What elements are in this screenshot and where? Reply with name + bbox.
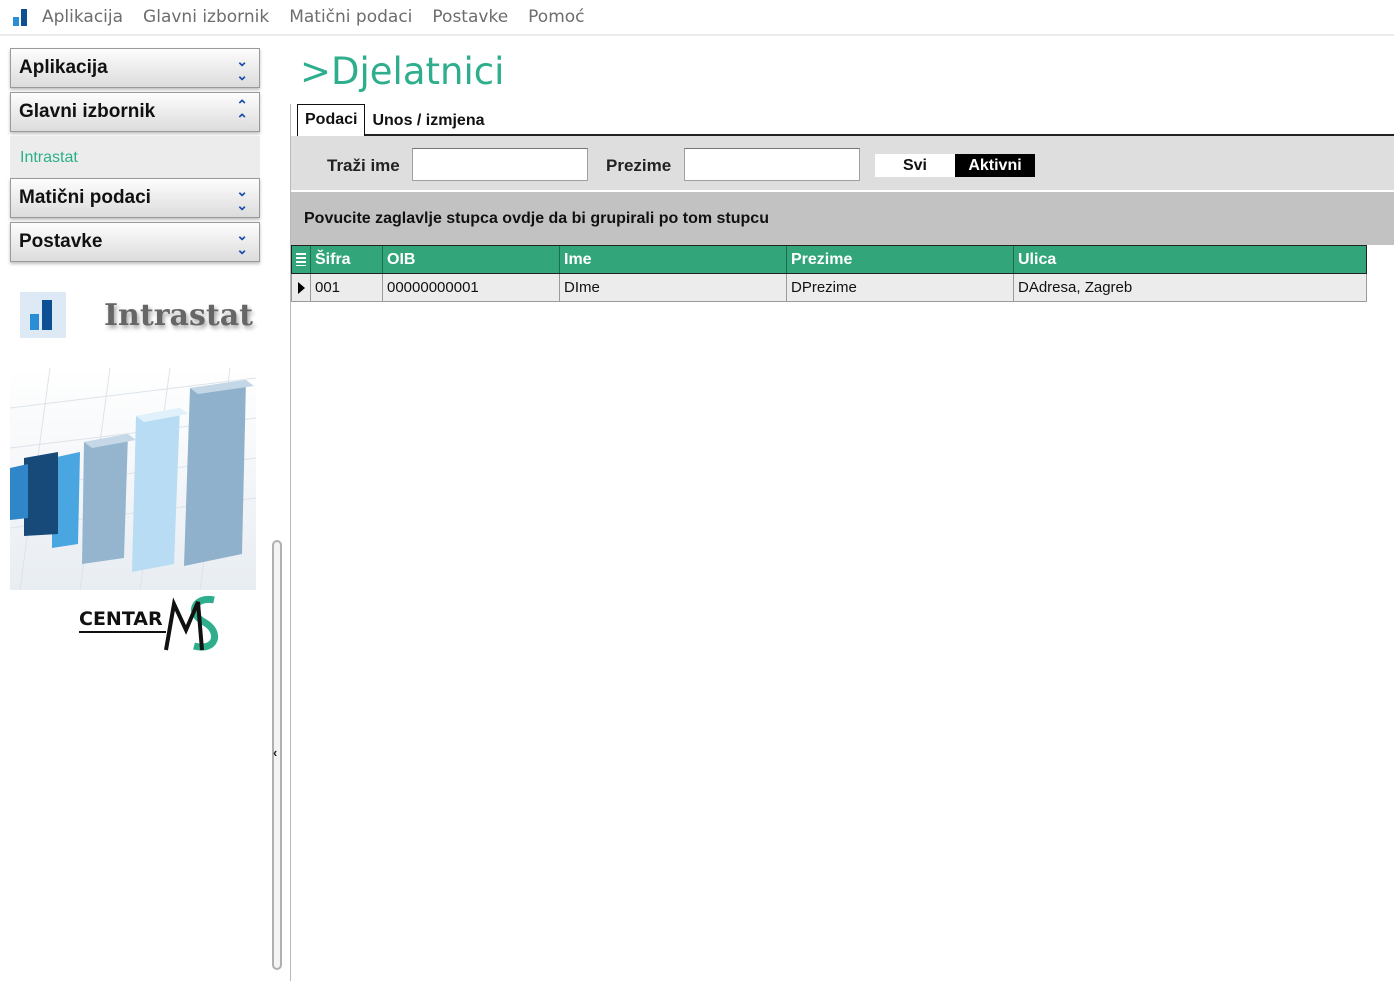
intrastat-logo-text: Intrastat: [104, 298, 253, 333]
employees-grid: Šifra OIB Ime Prezime Ulica 001 00000000…: [291, 245, 1367, 302]
surname-filter-input[interactable]: [684, 148, 860, 181]
mcs-logo-mark: [79, 595, 218, 651]
accordion-glavni-izbornik[interactable]: Glavni izbornik ⌃ ⌃: [10, 92, 260, 132]
intrastat-logo: Intrastat: [10, 288, 260, 378]
cell-prezime[interactable]: DPrezime: [787, 274, 1014, 301]
collapse-arrow-icon[interactable]: ‹: [273, 745, 277, 760]
menu-maticni-podaci[interactable]: Matični podaci: [289, 7, 412, 27]
sidebar-link-intrastat[interactable]: Intrastat: [20, 149, 78, 167]
chevron-down-icon: ⌄ ⌄: [236, 227, 248, 257]
accordion-aplikacija[interactable]: Aplikacija ⌄ ⌄: [10, 48, 260, 88]
cell-oib[interactable]: 00000000001: [383, 274, 560, 301]
sidebar: Aplikacija ⌄ ⌄ Glavni izbornik ⌃ ⌃ Intrast…: [0, 38, 268, 981]
filter-bar: Traži ime Prezime Svi Aktivni: [291, 136, 1394, 190]
accordion-title: Aplikacija: [19, 57, 108, 78]
column-header-ime[interactable]: Ime: [560, 246, 787, 273]
cell-sifra[interactable]: 001: [311, 274, 383, 301]
column-header-sifra[interactable]: Šifra: [311, 246, 383, 273]
column-header-prezime[interactable]: Prezime: [787, 246, 1014, 273]
chevron-down-icon: ⌄ ⌄: [236, 183, 248, 213]
cell-ulica[interactable]: DAdresa, Zagreb: [1014, 274, 1366, 301]
menu-glavni-izbornik[interactable]: Glavni izbornik: [143, 7, 269, 27]
group-panel[interactable]: Povucite zaglavlje stupca ovdje da bi gr…: [291, 192, 1394, 245]
grid-header-row: Šifra OIB Ime Prezime Ulica: [291, 245, 1367, 274]
tab-unos-izmjena[interactable]: Unos / izmjena: [365, 106, 491, 136]
menu-aplikacija[interactable]: Aplikacija: [42, 7, 123, 27]
chevron-up-icon: ⌃ ⌃: [236, 97, 248, 127]
page-title: >Djelatnici: [300, 50, 505, 93]
accordion-title: Matični podaci: [19, 187, 151, 208]
surname-filter-label: Prezime: [606, 156, 672, 175]
cell-ime[interactable]: DIme: [560, 274, 787, 301]
decorative-chart-image: [10, 368, 256, 590]
accordion-title: Glavni izbornik: [19, 101, 156, 122]
chevron-down-icon: ⌄ ⌄: [236, 53, 248, 83]
tab-podaci[interactable]: Podaci: [297, 104, 366, 136]
group-panel-hint: Povucite zaglavlje stupca ovdje da bi gr…: [304, 210, 769, 227]
name-filter-input[interactable]: [412, 148, 588, 181]
name-filter-label: Traži ime: [327, 156, 400, 175]
menu-bar: Aplikacija Glavni izbornik Matični podac…: [0, 0, 1394, 36]
filter-active-button[interactable]: Aktivni: [955, 154, 1035, 177]
row-indicator-icon: [292, 274, 311, 301]
tab-strip: Podaci Unos / izmjena: [297, 104, 492, 136]
centar-mcs-logo: CENTAR: [76, 590, 246, 662]
accordion-panel-glavni-izbornik: Intrastat: [10, 136, 260, 180]
accordion-maticni-podaci[interactable]: Matični podaci ⌄ ⌄: [10, 178, 260, 218]
column-header-ulica[interactable]: Ulica: [1014, 246, 1366, 273]
app-logo-icon: [10, 6, 32, 28]
accordion-postavke[interactable]: Postavke ⌄ ⌄: [10, 222, 260, 262]
column-header-oib[interactable]: OIB: [383, 246, 560, 273]
menu-postavke[interactable]: Postavke: [432, 7, 508, 27]
column-chooser-icon[interactable]: [292, 246, 311, 273]
table-row[interactable]: 001 00000000001 DIme DPrezime DAdresa, Z…: [291, 274, 1367, 302]
filter-all-button[interactable]: Svi: [875, 154, 955, 177]
menu-pomoc[interactable]: Pomoć: [528, 7, 584, 27]
accordion-title: Postavke: [19, 231, 103, 252]
intrastat-logo-icon: [20, 292, 66, 338]
